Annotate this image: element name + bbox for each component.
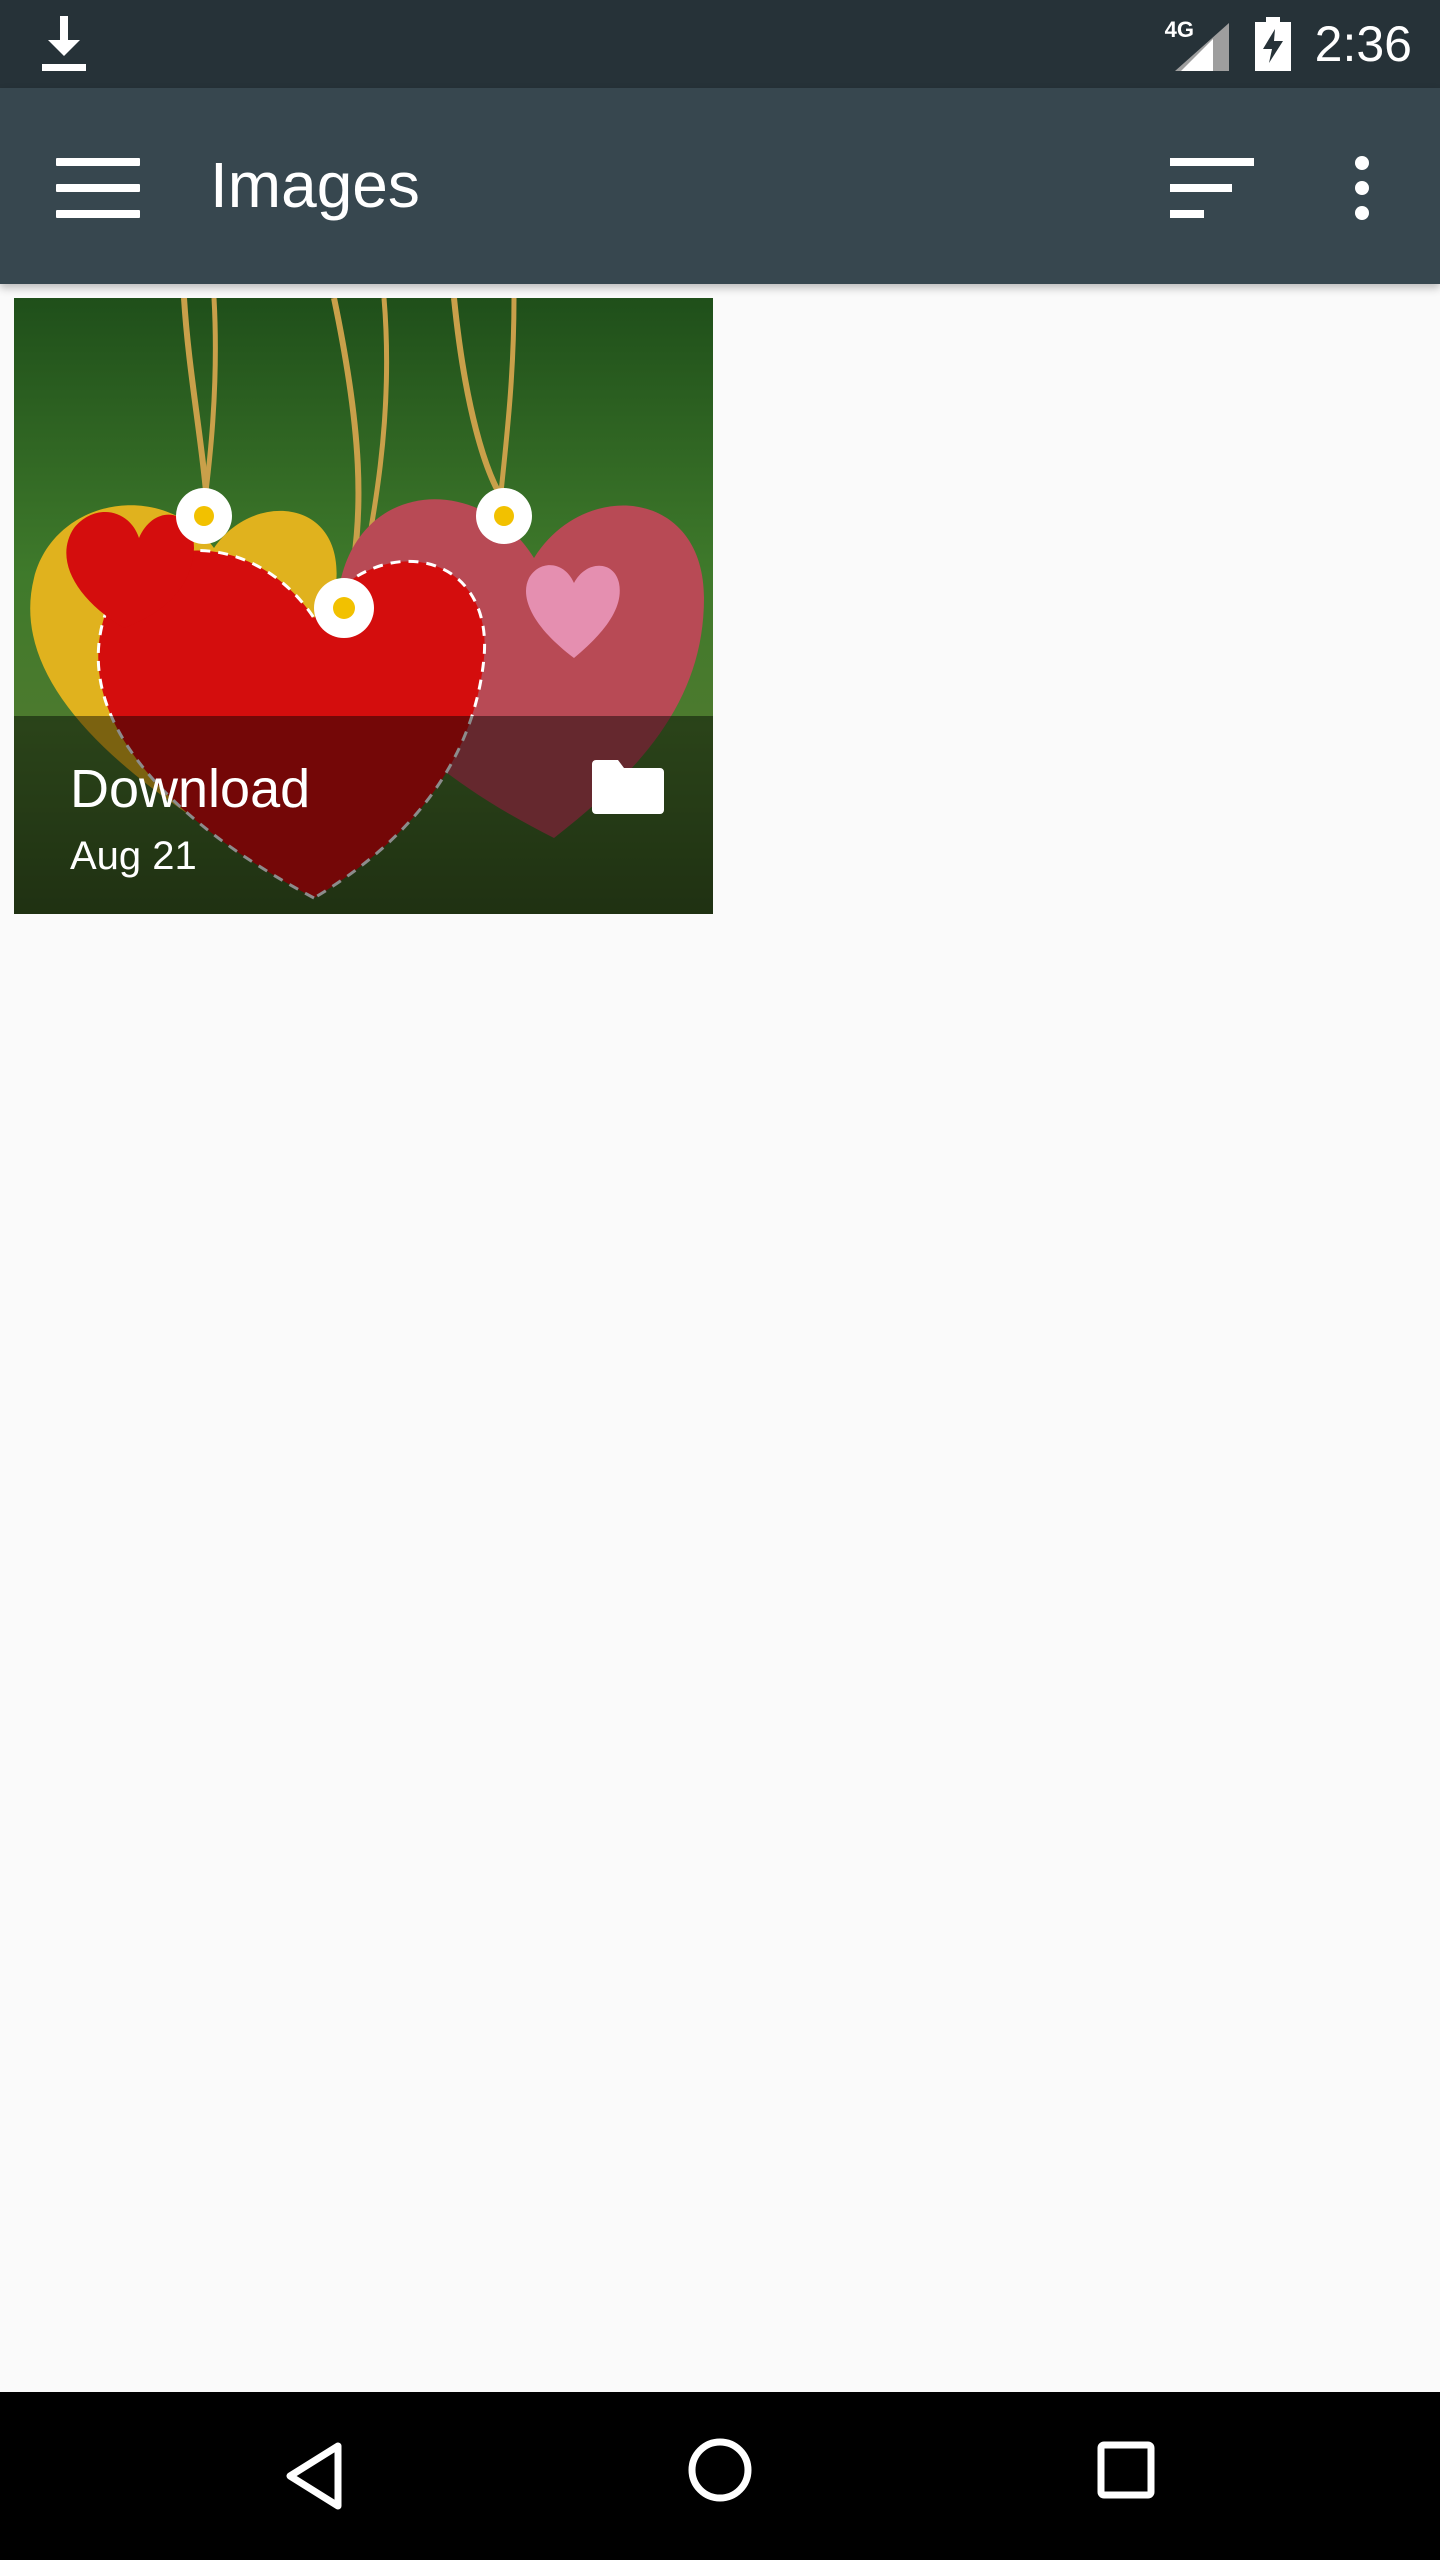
recents-icon[interactable] xyxy=(1096,2440,1156,2500)
back-icon[interactable] xyxy=(280,2440,352,2512)
signal-icon: 4G xyxy=(1165,17,1229,71)
menu-icon[interactable] xyxy=(56,158,140,218)
navigation-bar xyxy=(0,2392,1440,2560)
album-date: Aug 21 xyxy=(70,834,197,878)
page-title: Images xyxy=(210,149,420,221)
sort-icon[interactable] xyxy=(1170,158,1258,218)
album-name: Download xyxy=(70,759,311,819)
more-vert-icon[interactable] xyxy=(1350,156,1374,220)
clock: 2:36 xyxy=(1314,16,1412,72)
download-icon xyxy=(42,16,86,71)
battery-charging-icon xyxy=(1254,17,1291,71)
status-bar: 4G 2:36 xyxy=(0,0,1440,88)
app-bar: Images xyxy=(0,88,1440,284)
album-tile[interactable]: Download Aug 21 xyxy=(14,298,713,914)
folder-icon xyxy=(592,760,664,814)
home-icon[interactable] xyxy=(686,2436,754,2504)
